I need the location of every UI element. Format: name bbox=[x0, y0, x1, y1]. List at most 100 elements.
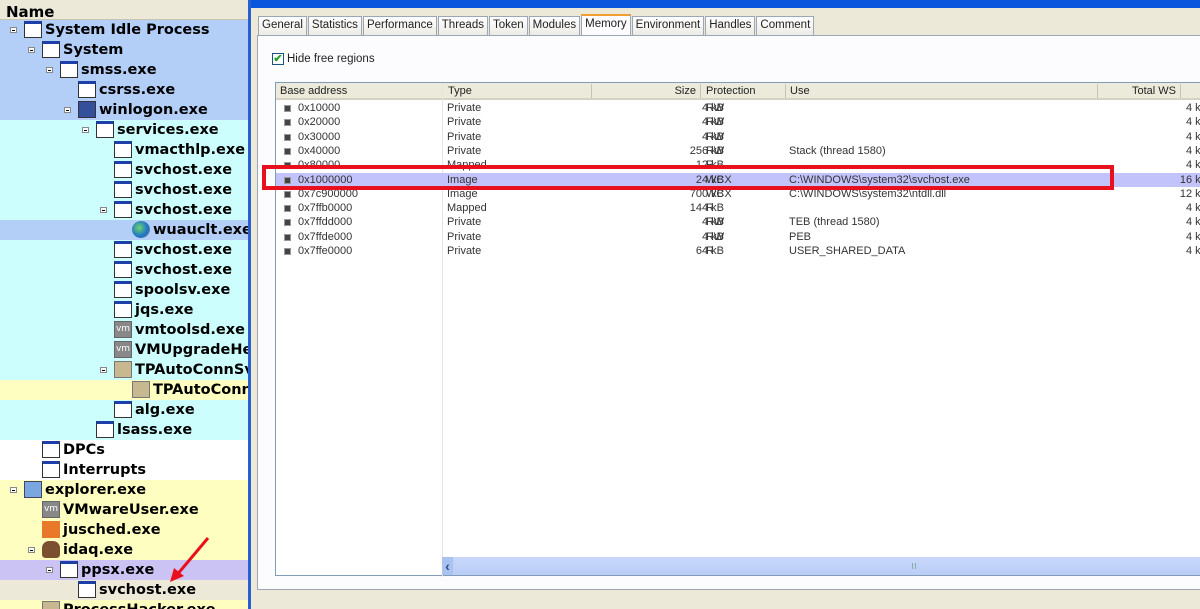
expand-icon[interactable] bbox=[284, 105, 291, 112]
collapse-icon[interactable] bbox=[100, 367, 107, 373]
expand-icon[interactable] bbox=[284, 219, 291, 227]
expand-icon[interactable] bbox=[284, 147, 291, 155]
tree-row[interactable]: vmVMUpgradeHelper.exe bbox=[0, 340, 248, 360]
process-name: Interrupts bbox=[63, 462, 147, 478]
base-address-cell: 0x7ffdd000 bbox=[298, 216, 353, 229]
tree-row[interactable]: vm vmtoolsd.exe bbox=[0, 320, 248, 340]
memory-row[interactable]: 0x20000Private4 kBRW4 kB bbox=[276, 115, 1200, 129]
window-icon bbox=[42, 441, 60, 458]
tree-row[interactable]: svchost.exe bbox=[0, 240, 248, 260]
tab-token[interactable]: Token bbox=[488, 16, 528, 35]
expand-icon[interactable] bbox=[284, 119, 291, 127]
tree-row[interactable]: smss.exe bbox=[0, 60, 248, 80]
tree-row[interactable]: alg.exe bbox=[0, 400, 248, 420]
process-name: ProcessHacker.exe bbox=[63, 600, 216, 609]
process-name: idaq.exe bbox=[63, 542, 134, 558]
tree-row[interactable]: csrss.exe bbox=[0, 80, 248, 100]
collapse-icon[interactable] bbox=[28, 47, 35, 53]
base-address-cell: 0x7ffb0000 bbox=[298, 202, 353, 215]
process-name: svchost.exe bbox=[135, 162, 233, 178]
window-icon bbox=[96, 421, 114, 438]
total-ws-cell: 4 kB bbox=[1185, 144, 1200, 157]
tab-modules[interactable]: Modules bbox=[528, 16, 581, 35]
tree-row[interactable]: TPAutoConnect.exe bbox=[0, 380, 248, 400]
collapse-icon[interactable] bbox=[28, 547, 35, 553]
tree-row[interactable]: wuauclt.exe bbox=[0, 220, 248, 240]
type-cell: Private bbox=[447, 216, 482, 229]
expand-icon[interactable] bbox=[284, 205, 291, 213]
column-type[interactable]: Type bbox=[448, 85, 472, 97]
tree-row[interactable]: vmacthlp.exe bbox=[0, 140, 248, 160]
column-total-ws[interactable]: Total WS bbox=[1132, 85, 1176, 97]
tree-row[interactable]: lsass.exe bbox=[0, 420, 248, 440]
tree-row[interactable]: Interrupts bbox=[0, 460, 248, 480]
memory-row[interactable]: 0x7ffdd000 Private 4 kB RW TEB (thread 1580)… bbox=[276, 215, 1200, 229]
collapse-icon[interactable] bbox=[82, 127, 89, 133]
tab-memory[interactable]: Memory bbox=[581, 14, 631, 35]
checkbox-check-icon[interactable]: ✔ bbox=[272, 53, 284, 65]
column-header-name[interactable]: Name bbox=[0, 0, 248, 21]
collapse-icon[interactable] bbox=[46, 567, 53, 573]
expand-icon[interactable] bbox=[284, 133, 291, 141]
window-icon bbox=[42, 41, 60, 58]
tree-row[interactable]: svchost.exe bbox=[0, 260, 248, 280]
splitter[interactable] bbox=[248, 0, 251, 609]
highlight-annotation-box bbox=[262, 165, 1114, 190]
tree-row[interactable]: System bbox=[0, 40, 248, 60]
column-use[interactable]: Use bbox=[790, 85, 810, 97]
memory-row[interactable]: 0x7ffde000Private4 kBRWPEB4 kB bbox=[276, 230, 1200, 244]
collapse-icon[interactable] bbox=[46, 67, 53, 73]
column-size[interactable]: Size bbox=[675, 85, 696, 97]
tab-threads[interactable]: Threads bbox=[437, 16, 488, 35]
tree-row[interactable]: jqs.exe bbox=[0, 300, 248, 320]
collapse-icon[interactable] bbox=[10, 487, 17, 493]
expand-icon[interactable] bbox=[284, 248, 291, 255]
tree-row[interactable]: vm VMwareUser.exe bbox=[0, 500, 248, 520]
process-name: vmacthlp.exe bbox=[135, 142, 246, 158]
tab-handles[interactable]: Handles bbox=[705, 16, 756, 35]
process-name: jusched.exe bbox=[63, 522, 161, 538]
column-protection[interactable]: Protection bbox=[706, 85, 756, 97]
memory-row[interactable]: 0x30000Private4 kBRW4 kB bbox=[276, 130, 1200, 144]
tree-row[interactable]: DPCs bbox=[0, 440, 248, 460]
tree-row[interactable]: winlogon.exe bbox=[0, 100, 248, 120]
horizontal-scrollbar[interactable]: ‹ bbox=[442, 557, 1200, 575]
expand-icon[interactable] bbox=[284, 190, 291, 198]
expand-icon[interactable] bbox=[284, 233, 291, 241]
tree-row[interactable]: svchost.exe bbox=[0, 200, 248, 220]
tree-row[interactable]: spoolsv.exe bbox=[0, 280, 248, 300]
collapse-icon[interactable] bbox=[10, 27, 17, 33]
tree-row[interactable]: svchost.exe bbox=[0, 180, 248, 200]
type-cell: Private bbox=[447, 144, 482, 157]
hide-free-regions-checkbox[interactable]: ✔ Hide free regions bbox=[272, 53, 375, 65]
type-cell: Private bbox=[447, 245, 482, 257]
collapse-icon[interactable] bbox=[100, 207, 107, 213]
tree-row[interactable]: svchost.exe bbox=[0, 160, 248, 180]
window-icon bbox=[42, 461, 60, 478]
window-icon bbox=[60, 61, 78, 78]
memory-row[interactable]: 0x40000 Private 256 kB RW Stack (thread 1580… bbox=[276, 144, 1200, 158]
tab-comment[interactable]: Comment bbox=[756, 16, 815, 35]
tab-environment[interactable]: Environment bbox=[631, 16, 705, 35]
memory-row[interactable]: 0x7ffb0000Mapped144 kBR4 kB bbox=[276, 201, 1200, 215]
tab-statistics[interactable]: Statistics bbox=[307, 16, 362, 35]
window-icon bbox=[114, 261, 132, 278]
tree-row[interactable]: ProcessHacker.exe bbox=[0, 600, 248, 609]
column-base-address[interactable]: Base address bbox=[280, 85, 347, 97]
protection-cell: RW bbox=[706, 216, 725, 229]
process-name: explorer.exe bbox=[45, 482, 147, 498]
scroll-grip-icon[interactable] bbox=[912, 563, 916, 569]
memory-row[interactable]: 0x7ffe0000 Private 64 kB R USER_SHARED_DATA 4… bbox=[276, 244, 1200, 258]
tree-row[interactable]: TPAutoConnSvc.exe bbox=[0, 360, 248, 380]
type-cell: Private bbox=[447, 102, 482, 114]
tab-general[interactable]: General bbox=[258, 16, 307, 35]
tab-performance[interactable]: Performance bbox=[362, 16, 437, 35]
tree-row[interactable]: explorer.exe bbox=[0, 480, 248, 500]
memory-row[interactable]: 0x10000Private4 kBRW4 kB bbox=[276, 101, 1200, 115]
total-ws-cell: 12 kB bbox=[1179, 187, 1200, 200]
scroll-left-icon[interactable]: ‹ bbox=[442, 557, 453, 575]
tree-row[interactable]: services.exe bbox=[0, 120, 248, 140]
window-icon bbox=[96, 121, 114, 138]
collapse-icon[interactable] bbox=[64, 107, 71, 113]
tree-row[interactable]: System Idle Process bbox=[0, 20, 248, 40]
